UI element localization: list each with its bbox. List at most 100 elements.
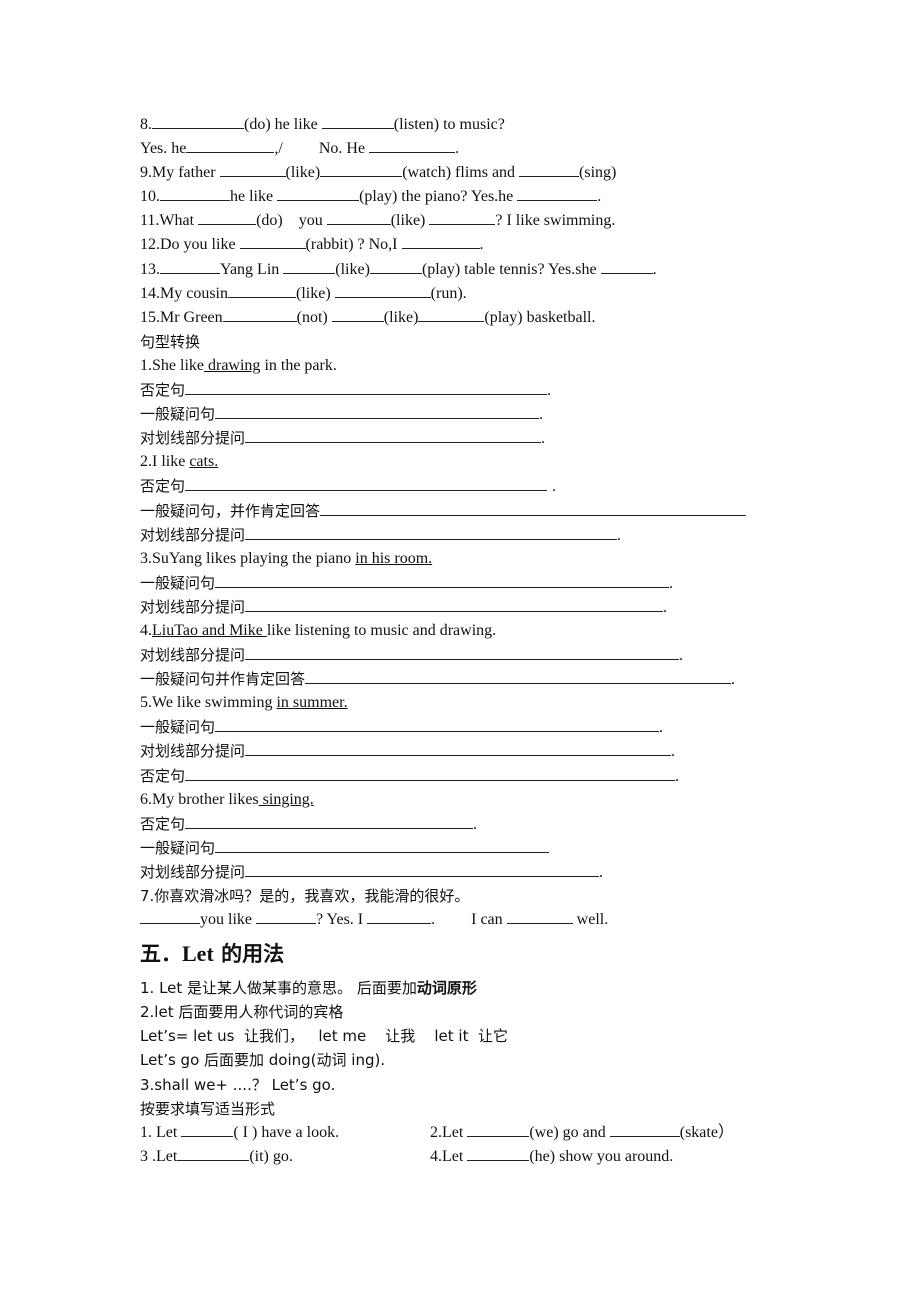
underlined-part: singing. xyxy=(258,790,314,808)
q-text: 10. xyxy=(140,188,160,206)
answer-blank[interactable] xyxy=(600,258,653,274)
answer-blank[interactable] xyxy=(219,161,286,178)
answer-blank[interactable] xyxy=(215,837,550,853)
answer-blank[interactable] xyxy=(418,306,485,322)
prompt-label: 否定句 xyxy=(140,766,186,785)
underlined-part: cats. xyxy=(189,453,219,471)
answer-blank[interactable] xyxy=(369,137,456,154)
answer-blank[interactable] xyxy=(181,1121,234,1137)
answer-blank[interactable] xyxy=(320,500,747,516)
answer-blank[interactable] xyxy=(256,908,316,925)
q-text: . xyxy=(663,598,668,616)
answer-blank[interactable] xyxy=(152,113,244,129)
q-text: (like) xyxy=(335,260,370,278)
answer-blank[interactable] xyxy=(228,282,296,298)
answer-blank[interactable] xyxy=(506,908,573,925)
q-text: Yang Lin xyxy=(220,260,284,278)
answer-blank[interactable] xyxy=(401,233,480,250)
answer-blank[interactable] xyxy=(160,258,220,274)
answer-blank[interactable] xyxy=(320,161,403,178)
q-text: (rabbit) ? No,I xyxy=(305,236,402,254)
q-text: (like) xyxy=(296,284,335,302)
answer-blank[interactable] xyxy=(305,668,732,685)
answer-blank[interactable] xyxy=(245,644,680,661)
answer-blank[interactable] xyxy=(367,908,432,925)
heading-text: 的用法 xyxy=(213,942,285,967)
q-text: (play) basketball. xyxy=(484,308,596,326)
answer-blank[interactable] xyxy=(519,161,580,178)
answer-blank[interactable] xyxy=(140,908,200,925)
answer-row: 对划线部分提问. xyxy=(140,426,800,450)
answer-blank[interactable] xyxy=(215,572,670,588)
worksheet-page: 8. (do) he like (listen) to music? Yes. h… xyxy=(140,113,800,1169)
answer-blank[interactable] xyxy=(467,1121,530,1137)
answer-blank[interactable] xyxy=(198,209,257,226)
let-exercise-2: 2.Let (we) go and (skate） xyxy=(430,1121,734,1145)
section-title-transform: 句型转换 xyxy=(140,332,201,351)
transform-sentence-2: 2.I like cats. xyxy=(140,450,800,474)
answer-blank[interactable] xyxy=(185,765,676,781)
answer-blank[interactable] xyxy=(245,427,542,444)
answer-blank[interactable] xyxy=(239,233,306,250)
answer-blank[interactable] xyxy=(245,740,672,757)
answer-blank[interactable] xyxy=(245,524,618,540)
q-text: 3.SuYang likes playing the piano xyxy=(140,549,356,567)
answer-blank[interactable] xyxy=(160,185,230,202)
answer-blank[interactable] xyxy=(331,306,384,322)
answer-blank[interactable] xyxy=(245,861,600,877)
prompt-label: 一般疑问句，并作肯定回答 xyxy=(140,501,321,520)
q-text: . xyxy=(547,382,552,400)
q-text: like listening to music and drawing. xyxy=(266,621,497,639)
exercise-instruction: 按要求填写适当形式 xyxy=(140,1099,276,1118)
answer-blank[interactable] xyxy=(326,209,391,226)
prompt-label: 对划线部分提问 xyxy=(140,429,246,448)
answer-blank[interactable] xyxy=(222,306,297,322)
q-text: (run). xyxy=(430,284,467,302)
exercise-8-answer: Yes. he ,/ No. He . xyxy=(140,137,800,161)
q-text: . xyxy=(599,863,604,881)
q-text: (he) show you around. xyxy=(529,1147,674,1165)
q-text: . xyxy=(552,478,557,496)
answer-blank[interactable] xyxy=(321,113,394,129)
q-text: 2.I like xyxy=(140,453,190,471)
q-text: (watch) flims and xyxy=(402,164,520,182)
answer-blank[interactable] xyxy=(277,185,360,202)
answer-row: 一般疑问句并作肯定回答. xyxy=(140,667,800,691)
answer-blank[interactable] xyxy=(185,379,548,396)
rule-line-1: 1. Let 是让某人做某事的意思。 后面要加动词原形 xyxy=(140,976,800,1000)
answer-blank[interactable] xyxy=(334,282,431,298)
q-text: No. He xyxy=(318,140,370,158)
answer-blank[interactable] xyxy=(369,258,422,274)
answer-blank[interactable] xyxy=(215,403,540,420)
prompt-label: 一般疑问句并作肯定回答 xyxy=(140,670,306,689)
answer-blank[interactable] xyxy=(517,185,598,202)
answer-row: 一般疑问句. xyxy=(140,715,800,739)
q-text: (skate） xyxy=(679,1123,734,1141)
prompt-label: 否定句 xyxy=(140,381,186,400)
answer-blank[interactable] xyxy=(609,1121,680,1137)
prompt-label: 对划线部分提问 xyxy=(140,742,246,761)
q-text: . xyxy=(541,430,546,448)
answer-blank[interactable] xyxy=(467,1145,530,1161)
answer-blank[interactable] xyxy=(185,813,474,829)
q-text: . xyxy=(679,647,684,665)
answer-row: 一般疑问句. xyxy=(140,571,800,595)
answer-blank[interactable] xyxy=(185,475,548,492)
exercise-12: 12.Do you like (rabbit) ? No,I . xyxy=(140,233,800,257)
answer-blank[interactable] xyxy=(245,596,664,612)
q-text: . xyxy=(617,526,622,544)
q-text: 15.Mr Green xyxy=(140,308,223,326)
answer-blank[interactable] xyxy=(186,137,275,154)
answer-row: 否定句. xyxy=(140,378,800,402)
answer-blank[interactable] xyxy=(283,258,336,274)
q-text: 12.Do you like xyxy=(140,236,240,254)
q-text: (play) the piano? Yes.he xyxy=(359,188,518,206)
answer-blank[interactable] xyxy=(429,209,496,226)
answer-row: 否定句. xyxy=(140,764,800,788)
answer-blank[interactable] xyxy=(177,1145,250,1161)
prompt-label: 对划线部分提问 xyxy=(140,597,246,616)
q-text: . xyxy=(539,406,544,424)
q-text: I can xyxy=(471,911,507,929)
answer-blank[interactable] xyxy=(215,716,660,733)
transform-sentence-3: 3.SuYang likes playing the piano in his … xyxy=(140,547,800,571)
